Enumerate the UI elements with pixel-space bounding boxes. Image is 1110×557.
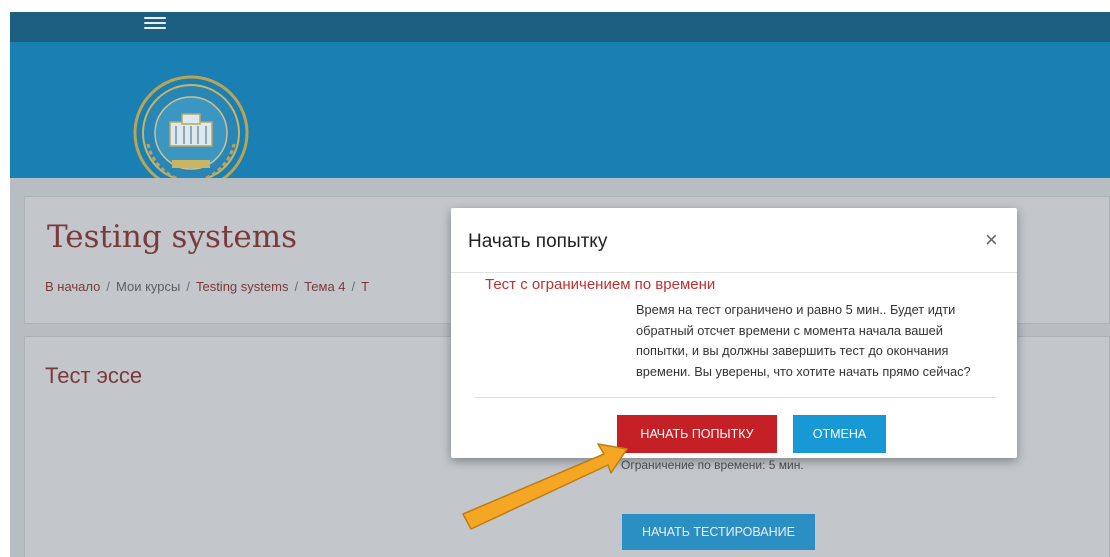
- dialog-message-line: Время на тест ограничено и равно 5 мин..…: [636, 302, 956, 317]
- dialog-header: Начать попытку ×: [451, 208, 1017, 273]
- breadcrumb-separator: /: [294, 279, 299, 294]
- breadcrumb-course-link[interactable]: Testing systems: [196, 279, 288, 294]
- start-test-button[interactable]: НАЧАТЬ ТЕСТИРОВАНИЕ: [622, 514, 815, 550]
- time-limit-text: Ограничение по времени: 5 мин.: [621, 458, 804, 472]
- breadcrumb-separator: /: [351, 279, 356, 294]
- app-window: Testing systems В начало / Мои курсы / Testi…: [10, 12, 1110, 557]
- dialog-message-line: обратный отсчет времени с момента начала…: [636, 322, 943, 338]
- start-attempt-dialog: Начать попытку × Тест с ограничением по …: [451, 208, 1017, 458]
- start-attempt-button[interactable]: НАЧАТЬ ПОПЫТКУ: [617, 415, 777, 453]
- header-banner: [10, 42, 1110, 191]
- dialog-message-line: попытки, и вы должны завершить тест до о…: [636, 343, 949, 358]
- dialog-message: Время на тест ограничено и равно 5 мин..…: [636, 300, 1006, 382]
- quiz-title: Тест эссе: [45, 363, 143, 388]
- university-seal-logo: [133, 75, 249, 191]
- dialog-message-line: времени. Вы уверены, что хотите начать п…: [636, 363, 971, 379]
- breadcrumb-home-link[interactable]: В начало: [45, 279, 100, 294]
- breadcrumb-my-courses-link[interactable]: Мои курсы: [116, 279, 180, 294]
- time-limit-heading: Тест с ограничением по времени: [485, 276, 716, 293]
- cancel-button[interactable]: ОТМЕНА: [793, 415, 886, 453]
- breadcrumb-quiz-link[interactable]: Т: [361, 279, 369, 294]
- page-title: Testing systems: [47, 219, 297, 255]
- breadcrumb-topic-link[interactable]: Тема 4: [304, 279, 345, 294]
- close-icon[interactable]: ×: [985, 229, 998, 251]
- dialog-divider: [474, 397, 996, 398]
- top-navbar: [10, 12, 1110, 42]
- dialog-title: Начать попытку: [468, 231, 608, 252]
- breadcrumb-separator: /: [106, 279, 110, 294]
- breadcrumb-separator: /: [186, 279, 190, 294]
- breadcrumb: В начало / Мои курсы / Testing systems / Тема …: [45, 279, 369, 294]
- hamburger-menu-icon[interactable]: [144, 14, 166, 30]
